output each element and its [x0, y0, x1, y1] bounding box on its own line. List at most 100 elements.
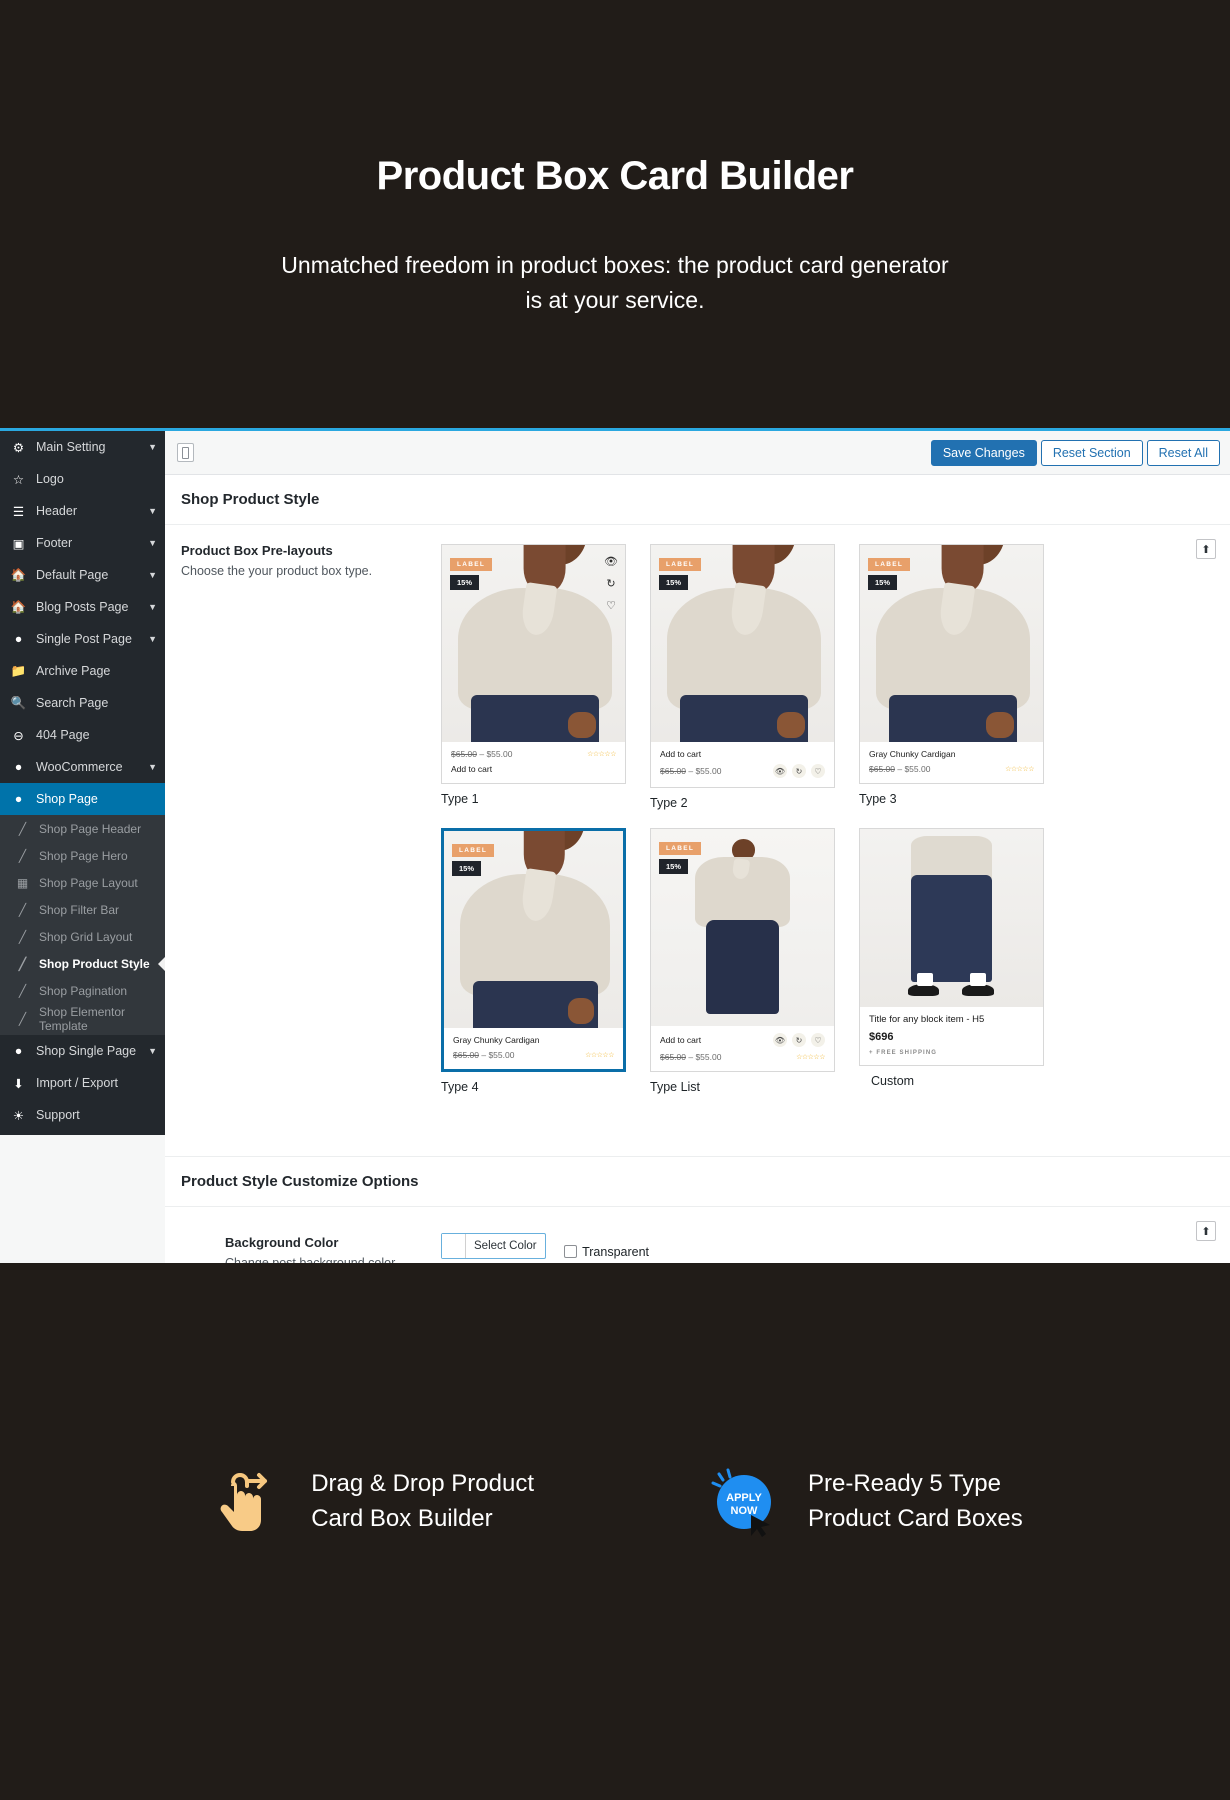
- card-preview[interactable]: LABEL 15% Gray Chunky Cardigan $65.00 – $55…: [441, 828, 626, 1072]
- chevron-down-icon[interactable]: ▼: [143, 570, 157, 580]
- compare-icon[interactable]: ↻: [606, 577, 615, 590]
- chevron-down-icon[interactable]: ▼: [143, 538, 157, 548]
- sidebar-item-label: Footer: [36, 536, 73, 550]
- transparent-label: Transparent: [582, 1244, 650, 1259]
- chevron-down-icon[interactable]: ▼: [143, 762, 157, 772]
- sidebar-item-shop-page-layout[interactable]: ▦ Shop Page Layout: [0, 869, 165, 896]
- label-badge: LABEL: [868, 558, 911, 571]
- card-preview[interactable]: LABEL 15% Add to cart 👁 ↻ ♡ $65.00 – $55.00 ☆☆☆…: [650, 828, 835, 1072]
- sidebar-item-support[interactable]: ☀ Support: [0, 1099, 165, 1131]
- heart-icon[interactable]: ♡: [606, 599, 616, 612]
- eye-icon[interactable]: 👁: [773, 1033, 787, 1047]
- product-price: $65.00 – $55.00: [660, 1052, 722, 1062]
- product-card-option[interactable]: LABEL 15% Add to cart $65.00 – $55.00 👁 ↻ ♡ Typ…: [650, 544, 835, 810]
- transparent-checkbox-wrap[interactable]: Transparent: [564, 1245, 649, 1259]
- compare-icon[interactable]: ↻: [792, 764, 806, 778]
- save-changes-button[interactable]: Save Changes: [930, 439, 1037, 466]
- eye-icon[interactable]: 👁: [773, 764, 787, 778]
- reset-all-button[interactable]: Reset All: [1146, 439, 1220, 466]
- sidebar-item-shop-page-header[interactable]: ╱ Shop Page Header: [0, 815, 165, 842]
- rating-stars: ☆☆☆☆☆: [585, 1052, 614, 1059]
- badge-group: LABEL 15%: [450, 553, 493, 590]
- sidebar-item-shop-pagination[interactable]: ╱ Shop Pagination: [0, 977, 165, 1004]
- brush-icon: ╱: [18, 929, 27, 944]
- product-card-option[interactable]: LABEL 15% 👁 ↻ ♡ $65.00 – $55.00 ☆☆☆☆☆ Add to ca…: [441, 544, 626, 810]
- product-card-option[interactable]: LABEL 15% Gray Chunky Cardigan $65.00 – $55…: [441, 828, 626, 1094]
- discount-badge: 15%: [659, 859, 689, 874]
- brush-icon: ╱: [18, 956, 27, 971]
- sidebar-item-shop-single-page[interactable]: ● Shop Single Page ▼: [0, 1035, 165, 1067]
- sidebar-item-label: Archive Page: [36, 664, 111, 678]
- sidebar-item-archive-page[interactable]: 📁 Archive Page: [0, 655, 165, 687]
- scroll-to-top-icon[interactable]: ⬆: [1196, 539, 1216, 559]
- card-preview[interactable]: LABEL 15% Gray Chunky Cardigan $65.00 – $55…: [859, 544, 1044, 784]
- sidebar-item-import-export[interactable]: ⬇ Import / Export: [0, 1067, 165, 1099]
- sidebar-item-footer[interactable]: ▣ Footer ▼: [0, 527, 165, 559]
- chevron-down-icon[interactable]: ▼: [143, 1046, 157, 1056]
- badge-group: LABEL 15%: [452, 839, 495, 876]
- product-card-option[interactable]: LABEL 15% Gray Chunky Cardigan $65.00 – $55…: [859, 544, 1044, 810]
- sidebar-item-main-setting[interactable]: ⚙ Main Setting ▼: [0, 431, 165, 463]
- chevron-down-icon[interactable]: ▼: [143, 634, 157, 644]
- product-card-option[interactable]: LABEL 15% Add to cart 👁 ↻ ♡ $65.00 – $55.00 ☆☆☆…: [650, 828, 835, 1094]
- sidebar-item-label: Shop Pagination: [39, 983, 128, 998]
- sidebar-filler: [0, 1135, 165, 1263]
- sidebar-item-logo[interactable]: ☆ Logo: [0, 463, 165, 495]
- eye-icon[interactable]: 👁: [604, 555, 618, 568]
- color-swatch[interactable]: [442, 1234, 466, 1258]
- search-icon: 🔍: [10, 695, 27, 710]
- chevron-down-icon[interactable]: ▼: [143, 506, 157, 516]
- panel-toggle-icon[interactable]: [177, 443, 194, 462]
- sidebar-item-header[interactable]: ☰ Header ▼: [0, 495, 165, 527]
- chevron-down-icon[interactable]: ▼: [143, 442, 157, 452]
- sidebar-item-search-page[interactable]: 🔍 Search Page: [0, 687, 165, 719]
- card-caption: Type 2: [650, 796, 688, 810]
- lightbulb-icon: ☀: [12, 1108, 25, 1123]
- customize-title: Product Style Customize Options: [181, 1173, 419, 1190]
- card-preview[interactable]: LABEL 15% 👁 ↻ ♡ $65.00 – $55.00 ☆☆☆☆☆ Add to ca…: [441, 544, 626, 784]
- product-card-option[interactable]: Title for any block item - H5 $696 + FREE …: [859, 828, 1044, 1094]
- sidebar-item-shop-page-hero[interactable]: ╱ Shop Page Hero: [0, 842, 165, 869]
- hover-action-icons[interactable]: 👁 ↻ ♡: [604, 555, 618, 612]
- compare-icon[interactable]: ↻: [792, 1033, 806, 1047]
- card-preview[interactable]: Title for any block item - H5 $696 + FREE …: [859, 828, 1044, 1066]
- card-action-icons[interactable]: 👁 ↻ ♡: [773, 764, 825, 778]
- sidebar-item-woocommerce[interactable]: ● WooCommerce ▼: [0, 751, 165, 783]
- rating-stars: ☆☆☆☆☆: [1005, 766, 1034, 773]
- menu-icon: ☰: [12, 504, 25, 519]
- scroll-to-top-icon-2[interactable]: ⬆: [1196, 1221, 1216, 1241]
- sidebar-item-shop-page[interactable]: ● Shop Page: [0, 783, 165, 815]
- select-color-button[interactable]: Select Color: [466, 1234, 545, 1258]
- transparent-checkbox[interactable]: [564, 1245, 578, 1258]
- add-to-cart-label[interactable]: Add to cart: [660, 749, 825, 759]
- sidebar-item-label: Main Setting: [36, 440, 106, 454]
- feature-pre-ready-text: Pre-Ready 5 Type Product Card Boxes: [807, 1469, 1023, 1532]
- sidebar-item-shop-grid-layout[interactable]: ╱ Shop Grid Layout: [0, 923, 165, 950]
- apply-now-icon: APPLY NOW: [704, 1462, 784, 1542]
- sidebar-item-shop-product-style[interactable]: ╱ Shop Product Style: [0, 950, 165, 977]
- sidebar-item-shop-elementor-template[interactable]: ╱ Shop Elementor Template: [0, 1004, 165, 1035]
- rating-stars: ☆☆☆☆☆: [796, 1054, 825, 1061]
- sidebar-item-shop-filter-bar[interactable]: ╱ Shop Filter Bar: [0, 896, 165, 923]
- sidebar-item-default-page[interactable]: 🏠 Default Page ▼: [0, 559, 165, 591]
- chevron-down-icon[interactable]: ▼: [143, 602, 157, 612]
- card-preview[interactable]: LABEL 15% Add to cart $65.00 – $55.00 👁 ↻ ♡: [650, 544, 835, 788]
- add-to-cart-label[interactable]: Add to cart: [451, 764, 616, 774]
- rating-stars: ☆☆☆☆☆: [587, 751, 616, 758]
- color-picker[interactable]: Select Color: [441, 1233, 546, 1259]
- sidebar-item-single-post-page[interactable]: ● Single Post Page ▼: [0, 623, 165, 655]
- label-badge: LABEL: [659, 842, 702, 855]
- heart-icon[interactable]: ♡: [811, 764, 825, 778]
- reset-section-button[interactable]: Reset Section: [1040, 439, 1143, 466]
- sidebar-item-404-page[interactable]: ⊖ 404 Page: [0, 719, 165, 751]
- card-caption: Custom: [871, 1074, 915, 1088]
- add-to-cart-label[interactable]: Add to cart: [660, 1035, 701, 1045]
- label-badge: LABEL: [452, 844, 495, 857]
- heart-icon[interactable]: ♡: [811, 1033, 825, 1047]
- prelayouts-row: Product Box Pre-layouts Choose the your …: [165, 525, 1230, 1094]
- hero-subtitle: Unmatched freedom in product boxes: the …: [281, 252, 949, 313]
- background-color-description: Change post background color.: [225, 1256, 399, 1263]
- card-action-icons[interactable]: 👁 ↻ ♡: [773, 1033, 825, 1047]
- sidebar-item-blog-posts-page[interactable]: 🏠 Blog Posts Page ▼: [0, 591, 165, 623]
- badge-group: LABEL 15%: [659, 837, 702, 874]
